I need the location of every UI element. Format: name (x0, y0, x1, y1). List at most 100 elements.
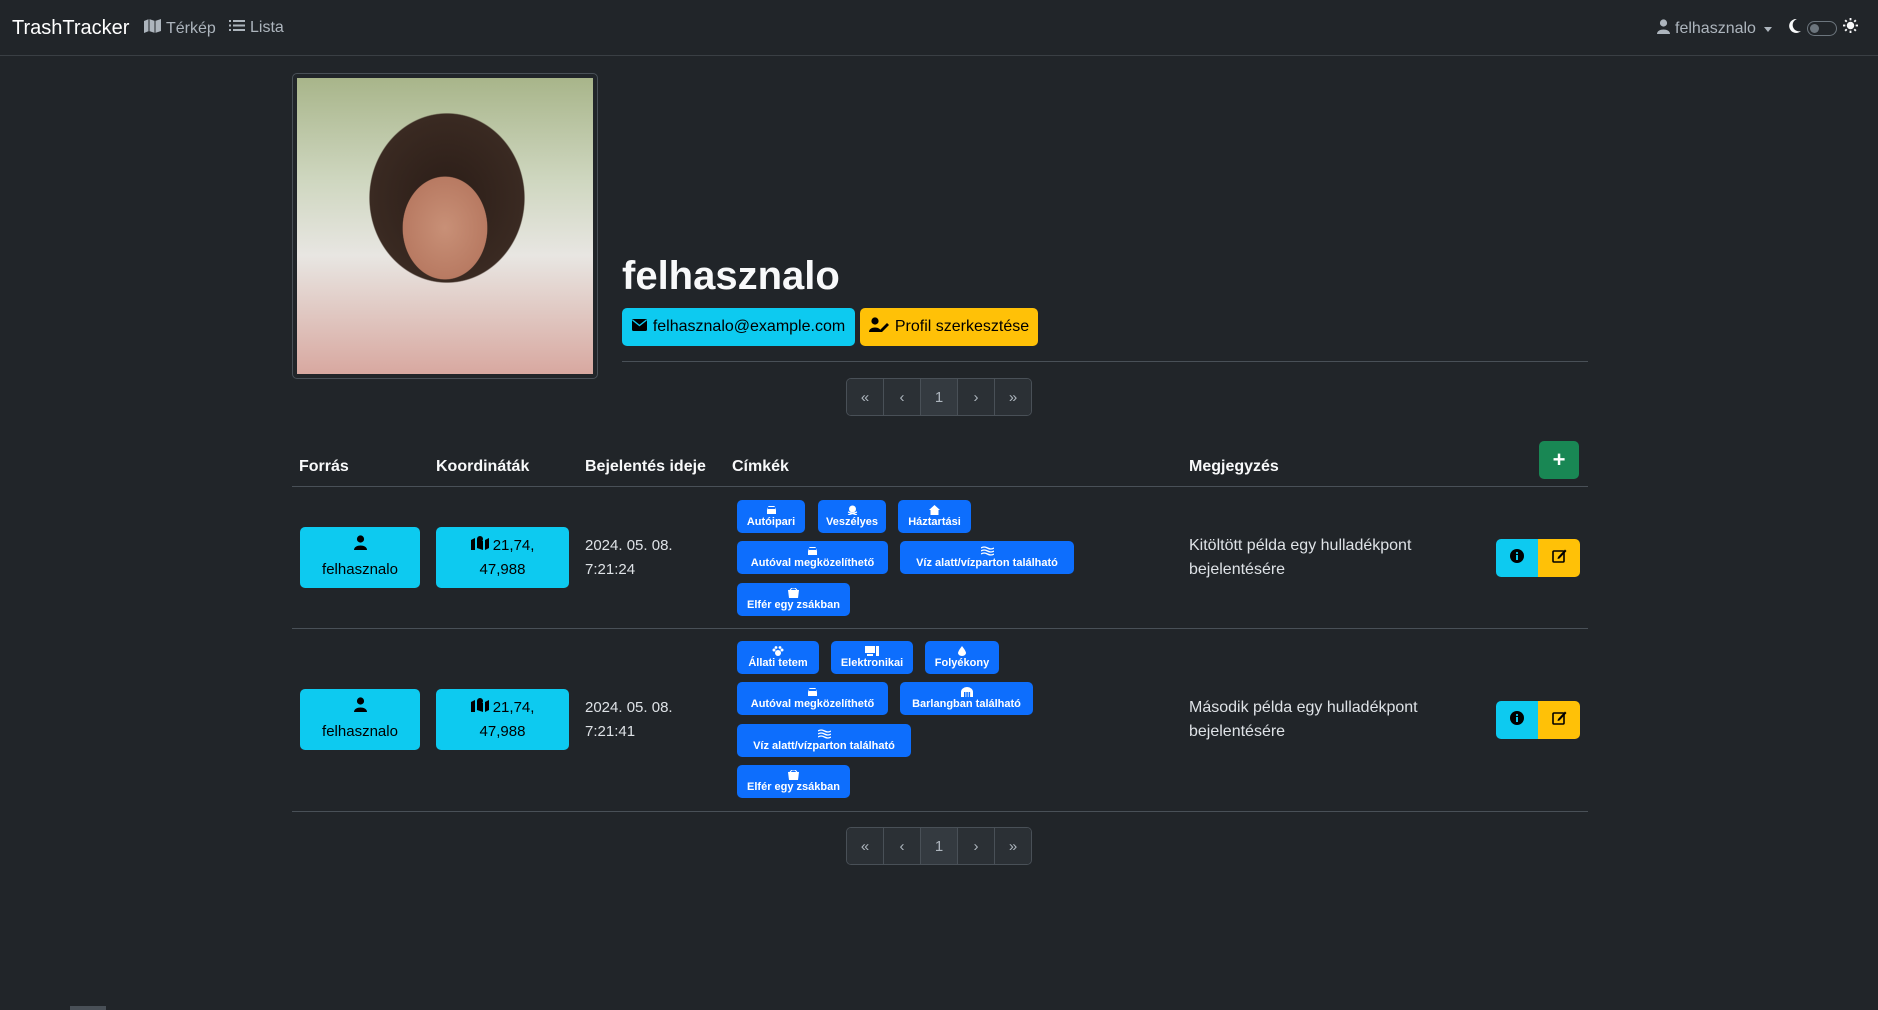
edit-report-button[interactable] (1538, 701, 1580, 739)
column-header-coordinates: Koordináták (436, 458, 530, 475)
details-button[interactable] (1496, 701, 1538, 739)
email-label: felhasznalo@example.com (652, 318, 846, 335)
profile-picture (297, 78, 593, 374)
tag-label: Elektronikai (840, 656, 904, 669)
page-number-button[interactable]: 1 (920, 379, 957, 415)
list-icon (229, 19, 245, 37)
next-page-button[interactable]: › (957, 828, 994, 864)
tag-badge: Állati tetem (737, 641, 819, 674)
report-date: 2024. 05. 08. 7:21:41 (585, 696, 673, 744)
brand-link[interactable]: TrashTracker (12, 17, 129, 40)
tag-label: Veszélyes (826, 515, 878, 528)
horizontal-scrollbar[interactable] (70, 1006, 106, 1010)
coordinates-line2: 47,988 (479, 560, 526, 578)
profile-photo (292, 73, 598, 379)
source-user-button[interactable]: felhasznalo (300, 689, 420, 750)
edit-report-button[interactable] (1538, 539, 1580, 577)
report-time-line: 7:21:24 (585, 561, 636, 578)
info-icon (1510, 710, 1524, 730)
tag-badge: Autóval megközelíthető (737, 541, 888, 574)
car-icon (808, 546, 817, 555)
navbar: TrashTracker Térkép Lista felhasznalo (0, 0, 1878, 56)
coordinates-line1: 21,74, (492, 698, 535, 716)
first-page-button[interactable]: « (847, 828, 883, 864)
edit-icon (1551, 548, 1567, 568)
edit-profile-button[interactable]: Profil szerkesztése (860, 308, 1038, 346)
user-icon (353, 534, 367, 558)
coordinates-button[interactable]: 21,74, 47,988 (436, 527, 569, 588)
nav-map-label: Térkép (166, 19, 216, 37)
sun-icon (1843, 18, 1858, 38)
user-dropdown[interactable]: felhasznalo (1657, 19, 1772, 39)
report-date-line: 2024. 05. 08. (585, 537, 673, 554)
report-note: Kitöltött példa egy hulladékpont bejelen… (1189, 537, 1412, 578)
column-header-note: Megjegyzés (1189, 458, 1279, 475)
column-header-source: Forrás (299, 458, 349, 475)
coordinates-button[interactable]: 21,74, 47,988 (436, 689, 569, 750)
moon-icon (1789, 18, 1801, 38)
last-page-button[interactable]: » (994, 828, 1031, 864)
bag-icon (788, 769, 799, 780)
tag-label: Folyékony (934, 656, 990, 669)
report-note: Második példa egy hulladékpont bejelenté… (1189, 699, 1418, 740)
tag-badge: Autóipari (737, 500, 805, 533)
report-time-line: 7:21:41 (585, 723, 636, 740)
tag-label: Elfér egy zsákban (747, 780, 840, 793)
edit-profile-label: Profil szerkesztése (894, 318, 1030, 335)
profile-divider (622, 361, 1588, 362)
car-icon (808, 687, 817, 696)
tag-label: Víz alatt/vízparton található (753, 739, 895, 752)
column-header-tags: Címkék (732, 458, 789, 475)
tag-label: Barlangban található (912, 697, 1021, 710)
tag-badge: Barlangban található (900, 682, 1033, 715)
nav-list-link[interactable]: Lista (229, 19, 284, 37)
tag-badge: Víz alatt/vízparton található (900, 541, 1074, 574)
tag-label: Autóval megközelíthető (750, 556, 875, 569)
map-icon (144, 19, 161, 38)
edit-icon (1551, 710, 1567, 730)
nav-list-label: Lista (250, 19, 284, 36)
skull-icon (847, 505, 857, 515)
tag-badge: Elfér egy zsákban (737, 765, 850, 798)
water-icon (817, 728, 831, 739)
map-location-icon (470, 535, 489, 554)
table-header-divider (292, 486, 1588, 487)
paw-icon (772, 645, 784, 656)
map-location-icon (470, 697, 489, 716)
row-divider (292, 811, 1588, 812)
report-date: 2024. 05. 08. 7:21:24 (585, 534, 673, 582)
tag-label: Állati tetem (748, 656, 808, 669)
theme-toggle[interactable] (1789, 18, 1858, 38)
prev-page-button[interactable]: ‹ (883, 379, 920, 415)
details-button[interactable] (1496, 539, 1538, 577)
coordinates-line2: 47,988 (479, 722, 526, 740)
tag-label: Autóval megközelíthető (750, 697, 875, 710)
user-icon (1657, 19, 1670, 39)
profile-username: felhasznalo (622, 254, 840, 298)
pagination-top: « ‹ 1 › » (846, 378, 1032, 416)
user-dropdown-label: felhasznalo (1675, 20, 1756, 37)
nav-map-link[interactable]: Térkép (144, 19, 216, 38)
tag-badge: Folyékony (925, 641, 999, 674)
tag-badge: Autóval megközelíthető (737, 682, 888, 715)
add-report-button[interactable]: + (1539, 441, 1579, 479)
first-page-button[interactable]: « (847, 379, 883, 415)
user-pen-icon (868, 317, 889, 337)
tag-label: Víz alatt/vízparton található (916, 556, 1058, 569)
car-icon (766, 505, 776, 514)
next-page-button[interactable]: › (957, 379, 994, 415)
page-number-button[interactable]: 1 (920, 828, 957, 864)
droplet-icon (958, 645, 966, 656)
tag-label: Háztartási (908, 515, 961, 528)
prev-page-button[interactable]: ‹ (883, 828, 920, 864)
tag-label: Autóipari (746, 515, 796, 528)
water-icon (980, 545, 994, 556)
source-label: felhasznalo (322, 560, 398, 578)
email-button[interactable]: felhasznalo@example.com (622, 308, 855, 346)
tag-badge: Veszélyes (818, 500, 886, 533)
theme-switch[interactable] (1807, 20, 1837, 36)
source-user-button[interactable]: felhasznalo (300, 527, 420, 588)
tag-label: Elfér egy zsákban (747, 598, 840, 611)
last-page-button[interactable]: » (994, 379, 1031, 415)
report-date-line: 2024. 05. 08. (585, 699, 673, 716)
